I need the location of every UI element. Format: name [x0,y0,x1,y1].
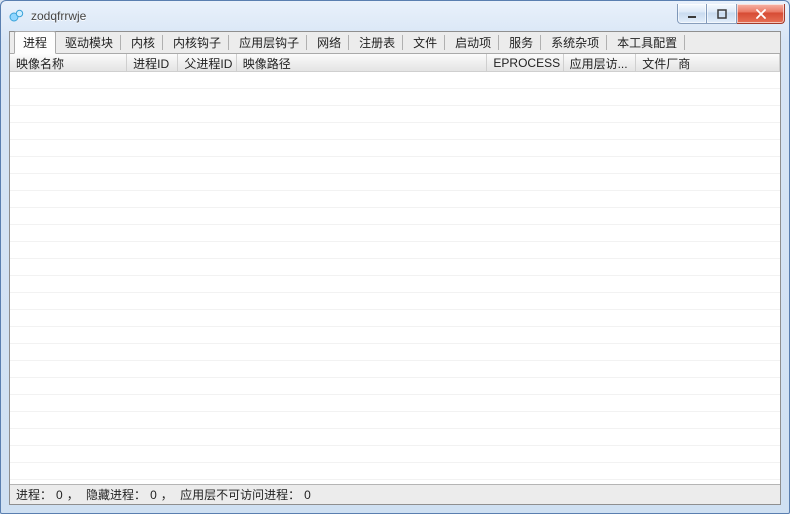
tab-11[interactable]: 本工具配置 [608,31,686,53]
list-rows [10,72,780,484]
table-row [10,259,780,276]
column-header-3[interactable]: 映像路径 [237,54,488,71]
table-row [10,191,780,208]
maximize-button[interactable] [707,4,737,24]
table-row [10,89,780,106]
column-header-0[interactable]: 映像名称 [10,54,127,71]
table-row [10,72,780,89]
client-area: 进程驱动模块内核内核钩子应用层钩子网络注册表文件启动项服务系统杂项本工具配置 映… [9,31,781,505]
status-bar: 进程： 0 ， 隐藏进程： 0 ， 应用层不可访问进程： 0 [10,484,780,504]
app-icon [9,8,25,24]
tab-10[interactable]: 系统杂项 [542,31,608,53]
window-controls [677,4,785,24]
app-window: zodqfrrwje 进程驱动模块内核内核钩子应用层钩子网络注册表文件启动项服务… [0,0,790,514]
close-icon [754,8,768,20]
table-row [10,310,780,327]
tab-0[interactable]: 进程 [14,31,56,54]
status-hidden-count: 0 [150,488,157,502]
column-headers: 映像名称进程ID父进程ID映像路径EPROCESS应用层访...文件厂商 [10,54,780,72]
tab-strip: 进程驱动模块内核内核钩子应用层钩子网络注册表文件启动项服务系统杂项本工具配置 [10,32,780,54]
maximize-icon [716,8,728,20]
table-row [10,106,780,123]
status-deny-count: 0 [304,488,311,502]
table-row [10,157,780,174]
status-deny-label: 应用层不可访问进程： [180,486,300,503]
minimize-button[interactable] [677,4,707,24]
table-row [10,276,780,293]
close-button[interactable] [737,4,785,24]
status-hidden-label: 隐藏进程： [86,486,146,503]
table-row [10,412,780,429]
window-title: zodqfrrwje [31,9,677,23]
tab-8[interactable]: 启动项 [446,31,500,53]
column-header-4[interactable]: EPROCESS [487,54,563,71]
table-row [10,140,780,157]
table-row [10,395,780,412]
process-list[interactable] [10,72,780,484]
tab-5[interactable]: 网络 [308,31,350,53]
column-header-1[interactable]: 进程ID [127,54,178,71]
minimize-icon [686,8,698,20]
table-row [10,123,780,140]
tab-panel-process: 映像名称进程ID父进程ID映像路径EPROCESS应用层访...文件厂商 [10,54,780,484]
tab-9[interactable]: 服务 [500,31,542,53]
tab-3[interactable]: 内核钩子 [164,31,230,53]
status-proc-count: 0 [56,488,63,502]
table-row [10,429,780,446]
tab-1[interactable]: 驱动模块 [56,31,122,53]
title-bar[interactable]: zodqfrrwje [1,1,789,31]
table-row [10,293,780,310]
table-row [10,242,780,259]
status-sep1: ， [67,486,82,503]
status-sep2: ， [161,486,176,503]
table-row [10,174,780,191]
table-row [10,446,780,463]
table-row [10,361,780,378]
column-header-2[interactable]: 父进程ID [178,54,236,71]
status-proc-label: 进程： [16,486,52,503]
tab-2[interactable]: 内核 [122,31,164,53]
table-row [10,327,780,344]
table-row [10,225,780,242]
table-row [10,378,780,395]
table-row [10,208,780,225]
tab-7[interactable]: 文件 [404,31,446,53]
tab-6[interactable]: 注册表 [350,31,404,53]
column-header-5[interactable]: 应用层访... [564,54,637,71]
tab-4[interactable]: 应用层钩子 [230,31,308,53]
column-header-6[interactable]: 文件厂商 [636,54,780,71]
table-row [10,344,780,361]
table-row [10,463,780,480]
